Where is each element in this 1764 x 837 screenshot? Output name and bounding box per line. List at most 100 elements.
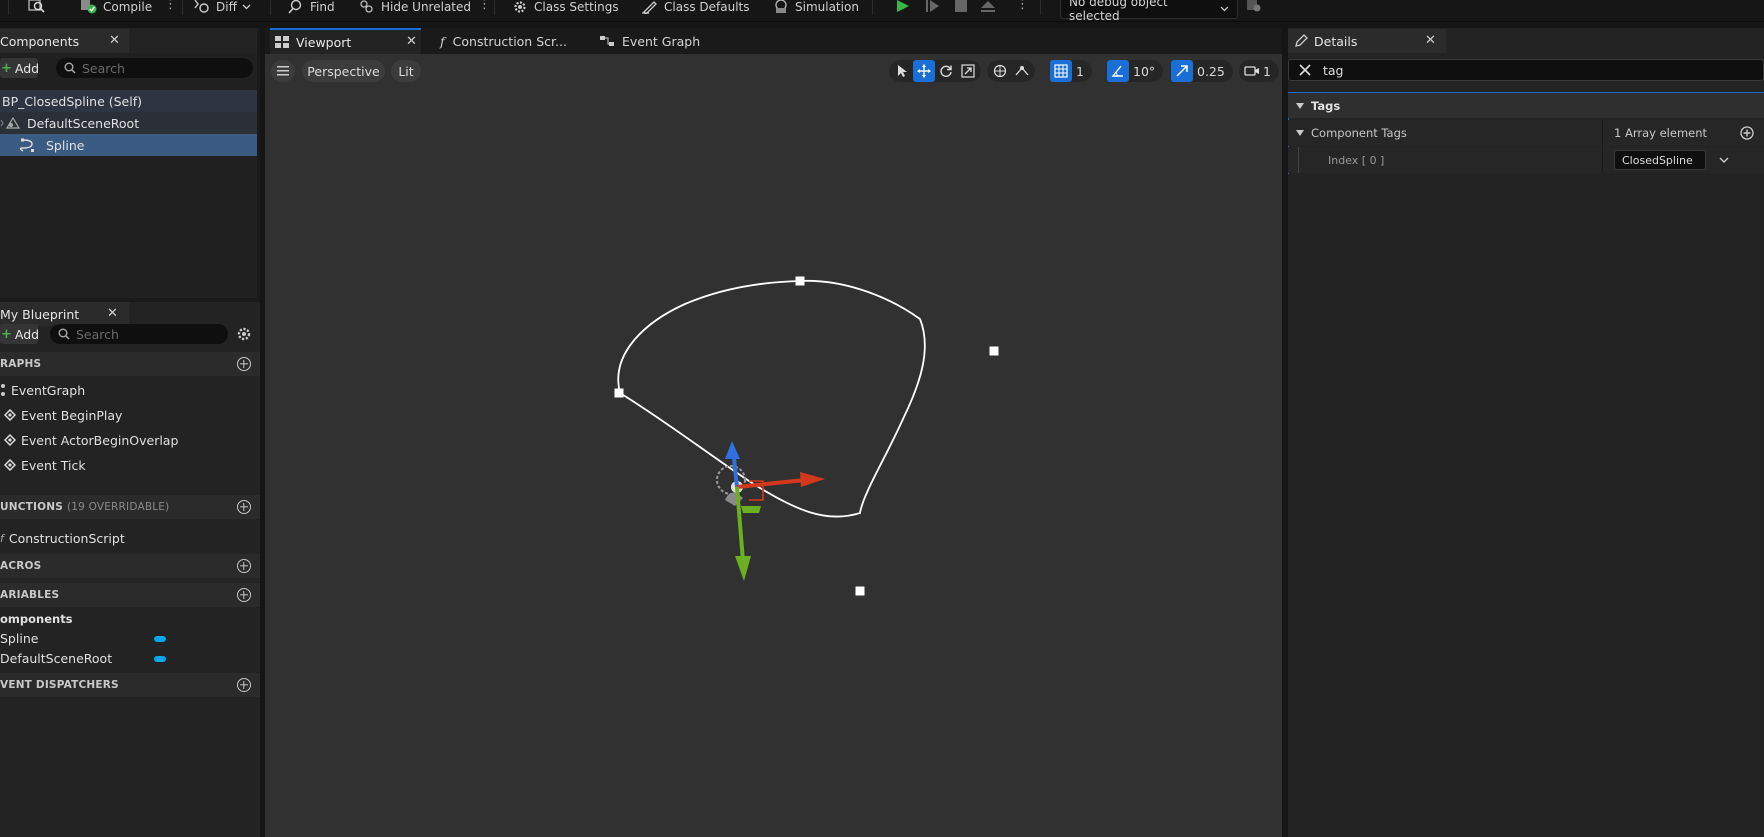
class-defaults-button[interactable]: Class Defaults	[641, 0, 749, 14]
close-icon[interactable]: ✕	[109, 33, 120, 48]
details-panel: Details ✕ tag Tags Component Tags 1 Arra…	[1288, 28, 1764, 837]
gear-icon[interactable]	[236, 326, 252, 342]
class-settings-button[interactable]: Class Settings	[511, 0, 619, 14]
graph-item-label: Event ActorBeginOverlap	[21, 432, 179, 448]
class-defaults-label: Class Defaults	[664, 0, 750, 14]
macros-section-header[interactable]: ACROS	[0, 554, 260, 578]
my-blueprint-tab-label: My Blueprint	[0, 306, 80, 322]
compile-icon	[81, 0, 97, 14]
viewport[interactable]: Perspective Lit 1 10° 0.25 1	[265, 54, 1282, 837]
add-variable-icon[interactable]	[237, 588, 251, 602]
toolbar-separator	[494, 0, 495, 15]
compile-button[interactable]: Compile	[80, 0, 152, 14]
add-element-icon[interactable]	[1740, 126, 1754, 140]
spline-point[interactable]	[989, 346, 999, 356]
debug-object-select[interactable]: No debug object selected	[1060, 0, 1238, 23]
variable-item-label: DefaultSceneRoot	[0, 650, 113, 666]
play-options-button[interactable]: ⋮	[1016, 0, 1029, 14]
graph-item-actor-begin-overlap[interactable]: Event ActorBeginOverlap	[4, 429, 178, 451]
function-icon: f	[0, 531, 4, 545]
eject-button[interactable]	[980, 0, 996, 14]
tags-section-header[interactable]: Tags	[1288, 93, 1764, 118]
tab-event-graph[interactable]: Event Graph	[595, 28, 715, 54]
chevron-down-icon	[1220, 6, 1229, 12]
spline-point[interactable]	[614, 388, 624, 398]
debug-filter-icon	[1247, 0, 1261, 12]
spline-icon	[19, 138, 34, 152]
viewport-tab-label: Viewport	[296, 34, 352, 50]
simulation-button[interactable]: Simulation	[772, 0, 859, 14]
function-item-construction-script[interactable]: f ConstructionScript	[0, 527, 125, 549]
tree-item-label: BP_ClosedSpline (Self)	[2, 93, 143, 109]
close-icon[interactable]: ✕	[107, 306, 118, 321]
clear-search-icon[interactable]	[1299, 64, 1311, 76]
chevron-down-icon[interactable]	[1719, 157, 1729, 164]
blueprint-add-button[interactable]: + Add	[0, 324, 40, 344]
find-icon	[288, 0, 302, 14]
component-tags-label: Component Tags	[1311, 126, 1407, 140]
graphs-header-label: RAPHS	[0, 358, 42, 370]
variable-item-label: Spline	[0, 630, 39, 646]
details-search-input[interactable]: tag	[1288, 59, 1764, 81]
spline-point[interactable]	[795, 276, 805, 286]
index-0-value-input[interactable]: ClosedSpline	[1614, 150, 1706, 170]
viewport-icon	[275, 36, 289, 48]
find-button[interactable]: Find	[287, 0, 335, 14]
variables-section-header[interactable]: ARIABLES	[0, 583, 260, 607]
main-toolbar: Compile ⋮ Diff Find Hide Unrelated ⋮ Cla…	[0, 0, 1764, 23]
components-search-input[interactable]: Search	[56, 58, 253, 78]
graphs-section-header[interactable]: RAPHS	[0, 352, 260, 376]
index-label: Index [ 0 ]	[1328, 153, 1385, 167]
hide-unrelated-button[interactable]: Hide Unrelated	[358, 0, 471, 14]
variable-item-spline[interactable]: Spline	[0, 629, 260, 647]
spline-curve[interactable]	[617, 279, 926, 518]
functions-section-header[interactable]: UNCTIONS (19 OVERRIDABLE)	[0, 495, 260, 519]
diff-label: Diff	[216, 0, 237, 14]
spline-point[interactable]	[855, 586, 865, 596]
tree-item-self[interactable]: BP_ClosedSpline (Self)	[0, 90, 257, 112]
add-macro-icon[interactable]	[237, 559, 251, 573]
graph-item-event-tick[interactable]: Event Tick	[4, 454, 86, 476]
graph-item-begin-play[interactable]: Event BeginPlay	[4, 404, 122, 426]
close-icon[interactable]: ✕	[1425, 33, 1436, 48]
tab-construction-script[interactable]: f Construction Scr...	[435, 28, 585, 54]
simulation-label: Simulation	[795, 0, 859, 14]
plus-icon: +	[1, 326, 12, 342]
components-add-button[interactable]: + Add	[0, 58, 39, 78]
debug-filter-button[interactable]	[1246, 0, 1262, 14]
collapse-arrow-icon[interactable]	[1295, 129, 1305, 137]
browse-button[interactable]	[28, 0, 46, 14]
play-button[interactable]	[895, 0, 911, 14]
gear-icon	[514, 1, 526, 13]
construction-tab-label: Construction Scr...	[452, 33, 567, 49]
graph-item-eventgraph[interactable]: EventGraph	[0, 379, 85, 401]
tab-viewport[interactable]: Viewport ✕	[270, 28, 421, 54]
close-icon[interactable]: ✕	[406, 34, 417, 49]
diff-button[interactable]: Diff	[193, 0, 251, 14]
blueprint-search-input[interactable]: Search	[50, 324, 228, 344]
play-icon	[897, 0, 909, 12]
collapse-arrow-icon	[1296, 102, 1304, 109]
viewport-scene[interactable]	[265, 54, 1282, 837]
blueprint-search-placeholder: Search	[76, 326, 119, 342]
components-panel: Components ✕ + Add Search BP_ClosedSplin…	[0, 28, 257, 298]
variables-group-components[interactable]: omponents	[0, 610, 73, 628]
variable-item-default-scene-root[interactable]: DefaultSceneRoot	[0, 649, 260, 667]
hide-unrelated-options-button[interactable]: ⋮	[478, 0, 491, 14]
tree-item-default-scene-root[interactable]: DefaultSceneRoot	[0, 112, 257, 134]
add-function-icon[interactable]	[237, 500, 251, 514]
add-dispatcher-icon[interactable]	[237, 678, 251, 692]
search-icon	[64, 62, 76, 74]
tree-item-spline[interactable]: Spline	[0, 134, 257, 156]
add-graph-icon[interactable]	[237, 357, 251, 371]
tab-my-blueprint[interactable]: My Blueprint ✕	[0, 302, 129, 326]
step-button[interactable]	[925, 0, 941, 14]
stop-button[interactable]	[954, 0, 968, 14]
tab-components[interactable]: Components ✕	[0, 29, 129, 53]
blueprint-add-label: Add	[14, 326, 40, 342]
event-dispatchers-section-header[interactable]: VENT DISPATCHERS	[0, 673, 260, 697]
column-divider	[1602, 120, 1603, 146]
chevron-down-icon	[242, 4, 251, 10]
tab-details[interactable]: Details ✕	[1288, 29, 1446, 53]
compile-options-button[interactable]: ⋮	[164, 0, 177, 14]
